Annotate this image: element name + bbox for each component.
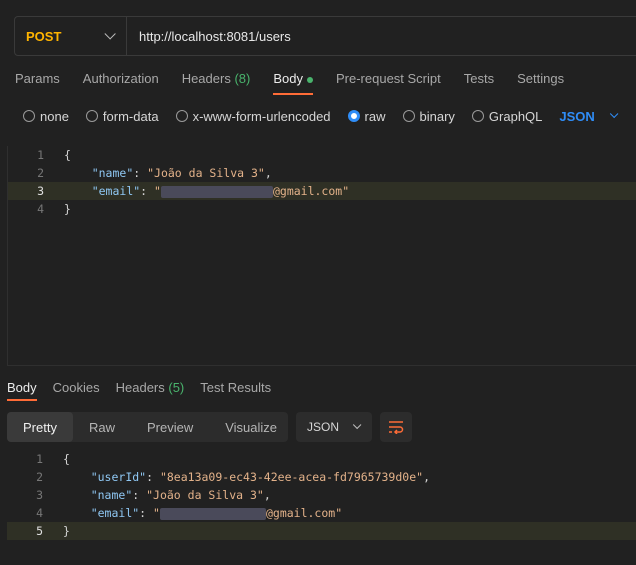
radio-binary[interactable]: binary [402, 108, 455, 124]
radio-raw[interactable]: raw [347, 108, 386, 124]
request-tabs: Params Authorization Headers (8) Body Pr… [15, 71, 587, 95]
modified-dot-icon [306, 76, 313, 83]
tab-body[interactable]: Body [273, 71, 313, 95]
view-raw[interactable]: Raw [73, 412, 131, 442]
radio-icon [175, 110, 188, 122]
method-label: POST [26, 28, 62, 44]
code-text: { [64, 148, 71, 162]
line-number: 5 [36, 524, 43, 538]
code-text: "email": " @gmail.com" [91, 184, 350, 198]
code-line: 1 { [8, 146, 636, 164]
response-format-label: JSON [307, 420, 340, 434]
radio-form-data-label: form-data [102, 108, 159, 124]
code-line-current: 5 } [7, 522, 636, 540]
response-headers-count: (5) [168, 380, 185, 395]
method-select[interactable]: POST [15, 17, 127, 55]
radio-graphql-label: GraphQL [488, 108, 543, 124]
line-number: 1 [37, 148, 44, 162]
code-text: } [64, 202, 71, 216]
wrap-lines-button[interactable] [380, 412, 412, 442]
radio-binary-label: binary [419, 108, 455, 124]
view-visualize[interactable]: Visualize [209, 412, 293, 442]
body-language-select[interactable]: JSON [559, 108, 619, 124]
radio-icon [402, 110, 415, 122]
request-body-editor[interactable]: 1 { 2 "name": "João da Silva 3", 3 "emai… [7, 146, 636, 366]
code-text: { [63, 452, 70, 466]
headers-count: (8) [234, 71, 251, 86]
tab-tests[interactable]: Tests [464, 71, 494, 91]
tab-params[interactable]: Params [15, 71, 60, 91]
radio-icon [85, 110, 98, 122]
response-tab-body[interactable]: Body [7, 380, 37, 401]
chevron-down-icon [352, 420, 362, 430]
response-tab-headers[interactable]: Headers (5) [116, 380, 185, 395]
radio-none-label: none [40, 108, 69, 124]
radio-icon [23, 110, 35, 122]
radio-graphql[interactable]: GraphQL [471, 108, 543, 124]
line-number: 4 [36, 506, 43, 520]
view-preview[interactable]: Preview [131, 412, 209, 442]
tab-body-label: Body [273, 71, 303, 86]
code-line: 4 "email": " @gmail.com" [7, 504, 636, 522]
tab-headers[interactable]: Headers (8) [182, 71, 251, 91]
tab-headers-label: Headers [181, 71, 231, 86]
radio-none[interactable]: none [23, 109, 69, 124]
radio-urlencoded[interactable]: x-www-form-urlencoded [175, 108, 331, 124]
response-tab-test-results[interactable]: Test Results [200, 380, 271, 395]
response-tabs: Body Cookies Headers (5) Test Results [7, 380, 287, 401]
line-number: 1 [36, 452, 43, 466]
wrap-lines-icon [389, 421, 404, 434]
code-text: "userId": "8ea13a09-ec43-42ee-acea-fd796… [90, 470, 430, 484]
url-input[interactable] [139, 28, 539, 44]
response-format-select[interactable]: JSON [296, 412, 372, 442]
code-line: 4 } [8, 200, 636, 218]
view-pretty[interactable]: Pretty [7, 412, 73, 442]
request-url-bar: POST [14, 16, 636, 56]
tab-settings[interactable]: Settings [517, 71, 564, 91]
chevron-down-icon [609, 109, 619, 119]
response-view-mode: Pretty Raw Preview Visualize [7, 412, 288, 442]
radio-raw-label: raw [364, 108, 386, 124]
body-type-selector: none form-data x-www-form-urlencoded raw… [23, 108, 619, 124]
line-number: 2 [36, 470, 43, 484]
code-text: "name": "João da Silva 3", [91, 166, 272, 180]
code-text: } [63, 524, 70, 538]
code-line: 2 "name": "João da Silva 3", [8, 164, 636, 182]
code-text: "email": " @gmail.com" [90, 506, 343, 520]
redacted-text [159, 507, 266, 520]
body-language-label: JSON [559, 108, 595, 124]
radio-urlencoded-label: x-www-form-urlencoded [192, 108, 331, 124]
radio-form-data[interactable]: form-data [85, 108, 159, 124]
code-line-current: 3 "email": " @gmail.com" [8, 182, 636, 200]
code-text: "name": "João da Silva 3", [90, 488, 271, 502]
line-number: 3 [37, 184, 44, 198]
chevron-down-icon [104, 28, 116, 40]
line-number: 4 [37, 202, 44, 216]
redacted-text [160, 185, 273, 198]
code-line: 3 "name": "João da Silva 3", [7, 486, 636, 504]
radio-icon [471, 110, 484, 122]
code-line: 2 "userId": "8ea13a09-ec43-42ee-acea-fd7… [7, 468, 636, 486]
tab-pre-request-script[interactable]: Pre-request Script [336, 71, 441, 91]
response-tab-cookies[interactable]: Cookies [53, 380, 100, 395]
response-body-viewer: 1 { 2 "userId": "8ea13a09-ec43-42ee-acea… [7, 450, 636, 565]
tab-authorization[interactable]: Authorization [83, 71, 159, 91]
radio-checked-icon [347, 110, 360, 122]
line-number: 3 [36, 488, 43, 502]
code-line: 1 { [7, 450, 636, 468]
line-number: 2 [37, 166, 44, 180]
response-tab-headers-label: Headers [115, 380, 165, 395]
